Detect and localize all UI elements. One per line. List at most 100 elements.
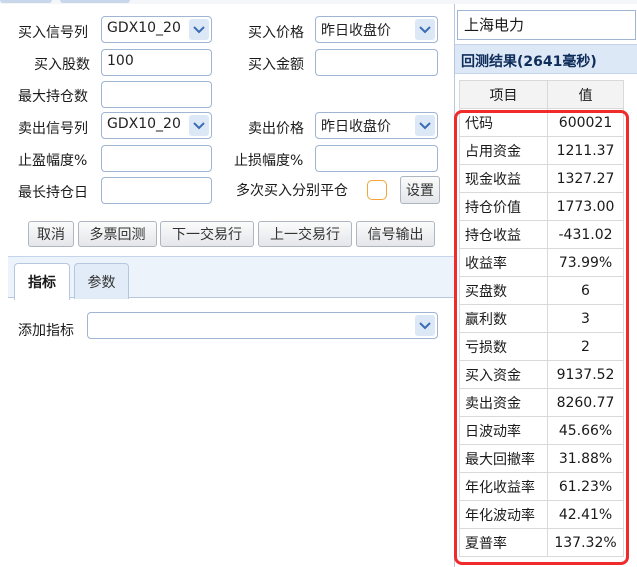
buy-shares-input[interactable]: 100	[101, 49, 212, 76]
result-item-value: 137.32%	[547, 528, 624, 557]
table-row: 现金收益 1327.27	[458, 164, 624, 193]
result-item-value: 600021	[547, 108, 624, 137]
result-item-value: 3	[547, 304, 624, 333]
table-row: 日波动率 45.66%	[458, 416, 624, 445]
add-indicator-select[interactable]	[87, 312, 438, 339]
result-item-value: 1327.27	[547, 164, 624, 193]
table-row: 亏损数 2	[458, 332, 624, 361]
tab-parameters[interactable]: 参数	[74, 263, 129, 299]
result-item-value: 1211.37	[547, 136, 624, 165]
table-row: 持仓收益 -431.02	[458, 220, 624, 249]
results-table: 项目 值 代码 600021 占用资金 1211.37 现金收益 1327.27 持仓价值 1…	[458, 80, 624, 557]
result-item-value: 8260.77	[547, 388, 624, 417]
result-item-label: 赢利数	[458, 304, 549, 333]
result-item-value: -431.02	[547, 220, 624, 249]
buy-signal-value: GDX10_20	[107, 20, 181, 36]
result-item-label: 卖出资金	[458, 388, 549, 417]
buy-shares-value: 100	[107, 53, 134, 69]
sell-signal-select[interactable]: GDX10_20	[101, 112, 212, 139]
table-row: 买盘数 6	[458, 276, 624, 305]
sell-price-value: 昨日收盘价	[321, 119, 391, 135]
buy-price-value: 昨日收盘价	[321, 23, 391, 39]
result-item-label: 持仓价值	[458, 192, 549, 221]
result-item-label: 买入资金	[458, 360, 549, 389]
take-profit-input[interactable]	[101, 145, 212, 172]
results-header: 回测结果(2641毫秒)	[455, 44, 637, 74]
stop-loss-input[interactable]	[315, 145, 438, 172]
multi-backtest-button[interactable]: 多票回测	[78, 221, 157, 247]
result-item-label: 年化收益率	[458, 472, 549, 501]
settings-button[interactable]: 设置	[400, 176, 440, 204]
prev-day-button[interactable]: 上一交易行	[258, 221, 352, 247]
result-item-label: 收益率	[458, 248, 549, 277]
sell-signal-label: 卖出信号列	[18, 121, 88, 137]
next-day-button[interactable]: 下一交易行	[160, 221, 254, 247]
table-row: 年化收益率 61.23%	[458, 472, 624, 501]
result-item-value: 61.23%	[547, 472, 624, 501]
table-row: 赢利数 3	[458, 304, 624, 333]
table-row: 收益率 73.99%	[458, 248, 624, 277]
result-item-label: 买盘数	[458, 276, 549, 305]
result-item-value: 2	[547, 332, 624, 361]
results-body: 代码 600021 占用资金 1211.37 现金收益 1327.27 持仓价值 1773.0…	[458, 108, 624, 557]
chevron-down-icon[interactable]	[189, 115, 209, 136]
signal-output-button[interactable]: 信号输出	[356, 221, 435, 247]
buy-amount-input[interactable]	[315, 49, 438, 76]
sell-signal-value: GDX10_20	[107, 116, 181, 132]
take-profit-label: 止盈幅度%	[18, 153, 88, 169]
sell-price-label: 卖出价格	[248, 121, 304, 137]
result-item-value: 73.99%	[547, 248, 624, 277]
buy-price-select[interactable]: 昨日收盘价	[315, 16, 438, 43]
table-row: 最大回撤率 31.88%	[458, 444, 624, 473]
buy-signal-label: 买入信号列	[18, 25, 88, 41]
backtest-settings-panel: 买入信号列 GDX10_20 买入价格 昨日收盘价 买入股数 100 买入金额 …	[0, 4, 455, 567]
buy-shares-label: 买入股数	[34, 57, 90, 73]
stop-loss-label: 止损幅度%	[234, 153, 304, 169]
max-days-label: 最长持仓日	[18, 185, 88, 201]
result-item-value: 45.66%	[547, 416, 624, 445]
table-row: 买入资金 9137.52	[458, 360, 624, 389]
table-row: 年化波动率 42.41%	[458, 500, 624, 529]
result-item-label: 最大回撤率	[458, 444, 549, 473]
result-item-label: 现金收益	[458, 164, 549, 193]
column-header-item: 项目	[458, 80, 549, 109]
result-item-value: 9137.52	[547, 360, 624, 389]
chevron-down-icon[interactable]	[415, 315, 435, 336]
sell-price-select[interactable]: 昨日收盘价	[315, 112, 438, 139]
chevron-down-icon[interactable]	[189, 19, 209, 40]
max-hold-input[interactable]	[101, 81, 212, 108]
result-item-value: 6	[547, 276, 624, 305]
stock-name: 上海电力	[457, 10, 636, 40]
max-hold-label: 最大持仓数	[18, 89, 88, 105]
chevron-down-icon[interactable]	[415, 115, 435, 136]
results-panel: 上海电力 回测结果(2641毫秒) 项目 值 代码 600021 占用资金 1211.…	[455, 4, 637, 567]
result-item-value: 1773.00	[547, 192, 624, 221]
result-item-value: 42.41%	[547, 500, 624, 529]
result-item-label: 夏普率	[458, 528, 549, 557]
chevron-down-icon[interactable]	[415, 19, 435, 40]
result-item-label: 亏损数	[458, 332, 549, 361]
tab-bar: 指标 参数	[8, 256, 455, 300]
buy-amount-label: 买入金额	[248, 57, 304, 73]
result-item-label: 占用资金	[458, 136, 549, 165]
result-item-label: 代码	[458, 108, 549, 137]
result-item-label: 日波动率	[458, 416, 549, 445]
buy-signal-select[interactable]: GDX10_20	[101, 16, 212, 43]
table-row: 夏普率 137.32%	[458, 528, 624, 557]
max-days-input[interactable]	[101, 177, 212, 204]
add-indicator-label: 添加指标	[18, 323, 74, 339]
table-row: 代码 600021	[458, 108, 624, 137]
multi-buy-label: 多次买入分别平仓	[236, 183, 348, 199]
table-row: 占用资金 1211.37	[458, 136, 624, 165]
column-header-value: 值	[547, 80, 624, 109]
table-row: 卖出资金 8260.77	[458, 388, 624, 417]
buy-price-label: 买入价格	[248, 25, 304, 41]
result-item-value: 31.88%	[547, 444, 624, 473]
result-item-label: 持仓收益	[458, 220, 549, 249]
tab-indicators[interactable]: 指标	[14, 263, 70, 300]
cancel-button[interactable]: 取消	[28, 221, 74, 247]
multi-buy-checkbox[interactable]	[367, 180, 387, 200]
table-header-row: 项目 值	[458, 80, 624, 109]
table-row: 持仓价值 1773.00	[458, 192, 624, 221]
result-item-label: 年化波动率	[458, 500, 549, 529]
